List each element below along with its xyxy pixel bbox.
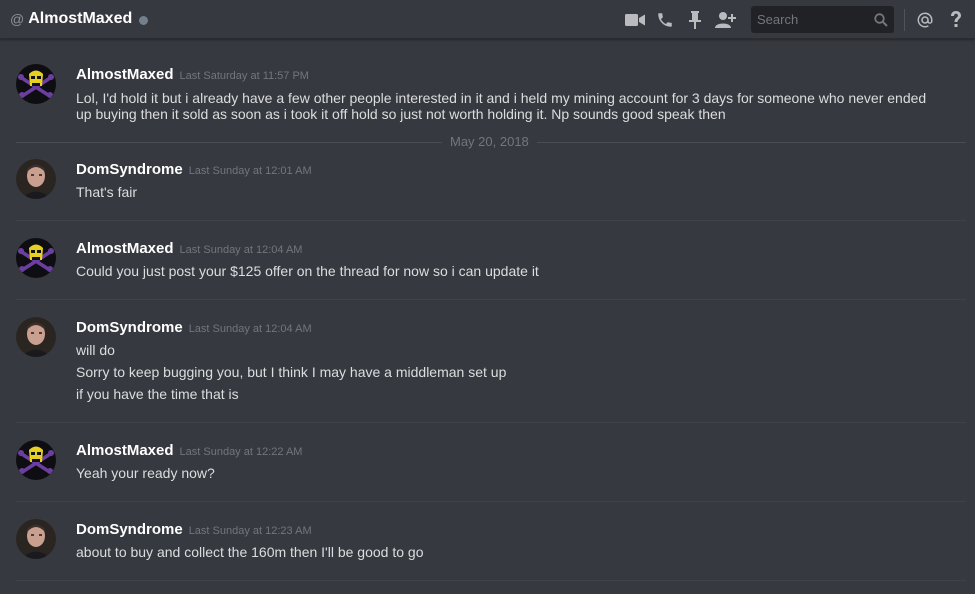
- help-icon[interactable]: [945, 8, 967, 32]
- message-separator: [16, 220, 966, 221]
- message-author[interactable]: DomSyndrome Last Sunday at 12:04 AM: [76, 319, 312, 336]
- author-name[interactable]: DomSyndrome: [76, 521, 183, 538]
- message-timestamp: Last Sunday at 12:04 AM: [179, 244, 303, 256]
- message-author[interactable]: AlmostMaxed Last Saturday at 11:57 PM: [76, 66, 309, 83]
- message-timestamp: Last Sunday at 12:22 AM: [179, 446, 303, 458]
- voice-call-icon[interactable]: [654, 8, 676, 32]
- user-photo-icon: [16, 317, 56, 357]
- user-photo-icon: [16, 519, 56, 559]
- author-name[interactable]: DomSyndrome: [76, 319, 183, 336]
- message-content: Sorry to keep bugging you, but I think I…: [76, 364, 507, 380]
- skeletor-avatar-icon: [16, 64, 56, 104]
- skeletor-avatar-icon: [16, 440, 56, 480]
- avatar-almostmaxed[interactable]: [16, 238, 56, 278]
- message-content: about to buy and collect the 160m then I…: [76, 544, 424, 560]
- status-indicator: [139, 15, 149, 25]
- message-list: AlmostMaxed Last Saturday at 11:57 PM Lol…: [0, 40, 975, 594]
- message-timestamp: Last Sunday at 12:04 AM: [188, 323, 312, 335]
- message-author[interactable]: AlmostMaxed Last Sunday at 12:22 AM: [76, 442, 302, 459]
- message-content: Could you just post your $125 offer on t…: [76, 263, 539, 279]
- avatar-almostmaxed[interactable]: [16, 440, 56, 480]
- pin-icon[interactable]: [684, 8, 706, 32]
- video-call-icon[interactable]: [624, 8, 646, 32]
- message-content: That's fair: [76, 184, 138, 200]
- toolbar-divider: [904, 8, 905, 31]
- message-content: will do: [76, 342, 115, 358]
- message-author[interactable]: DomSyndrome Last Sunday at 12:01 AM: [76, 161, 312, 178]
- author-name[interactable]: DomSyndrome: [76, 161, 183, 178]
- message-author[interactable]: AlmostMaxed Last Sunday at 12:04 AM: [76, 240, 302, 257]
- message-author[interactable]: DomSyndrome Last Sunday at 12:23 AM: [76, 521, 312, 538]
- message-timestamp: Last Sunday at 12:01 AM: [188, 165, 312, 177]
- channel-header: @ AlmostMaxed: [0, 0, 975, 39]
- message-separator: [16, 422, 966, 423]
- at-icon: @: [10, 11, 25, 27]
- avatar-domsyndrome[interactable]: [16, 519, 56, 559]
- message-content: Lol, I'd hold it but i already have a fe…: [76, 90, 927, 122]
- avatar-almostmaxed[interactable]: [16, 64, 56, 104]
- channel-title: AlmostMaxed: [28, 10, 133, 27]
- message-separator: [16, 501, 966, 502]
- avatar-domsyndrome[interactable]: [16, 159, 56, 199]
- search-icon: [874, 12, 888, 27]
- search-input[interactable]: [757, 12, 874, 27]
- message-timestamp: Last Saturday at 11:57 PM: [179, 70, 309, 82]
- author-name[interactable]: AlmostMaxed: [76, 442, 174, 459]
- add-user-icon[interactable]: [714, 8, 738, 32]
- user-photo-icon: [16, 159, 56, 199]
- author-name[interactable]: AlmostMaxed: [76, 240, 174, 257]
- author-name[interactable]: AlmostMaxed: [76, 66, 174, 83]
- message-content: if you have the time that is: [76, 386, 239, 402]
- message-timestamp: Last Sunday at 12:23 AM: [188, 525, 312, 537]
- skeletor-avatar-icon: [16, 238, 56, 278]
- avatar-domsyndrome[interactable]: [16, 317, 56, 357]
- mention-icon[interactable]: [915, 8, 935, 32]
- header-toolbar: [624, 0, 975, 39]
- message-content: Yeah your ready now?: [76, 465, 215, 481]
- search-box[interactable]: [751, 6, 894, 33]
- date-divider-label: May 20, 2018: [442, 134, 537, 149]
- message-separator: [16, 299, 966, 300]
- message-separator: [16, 580, 966, 581]
